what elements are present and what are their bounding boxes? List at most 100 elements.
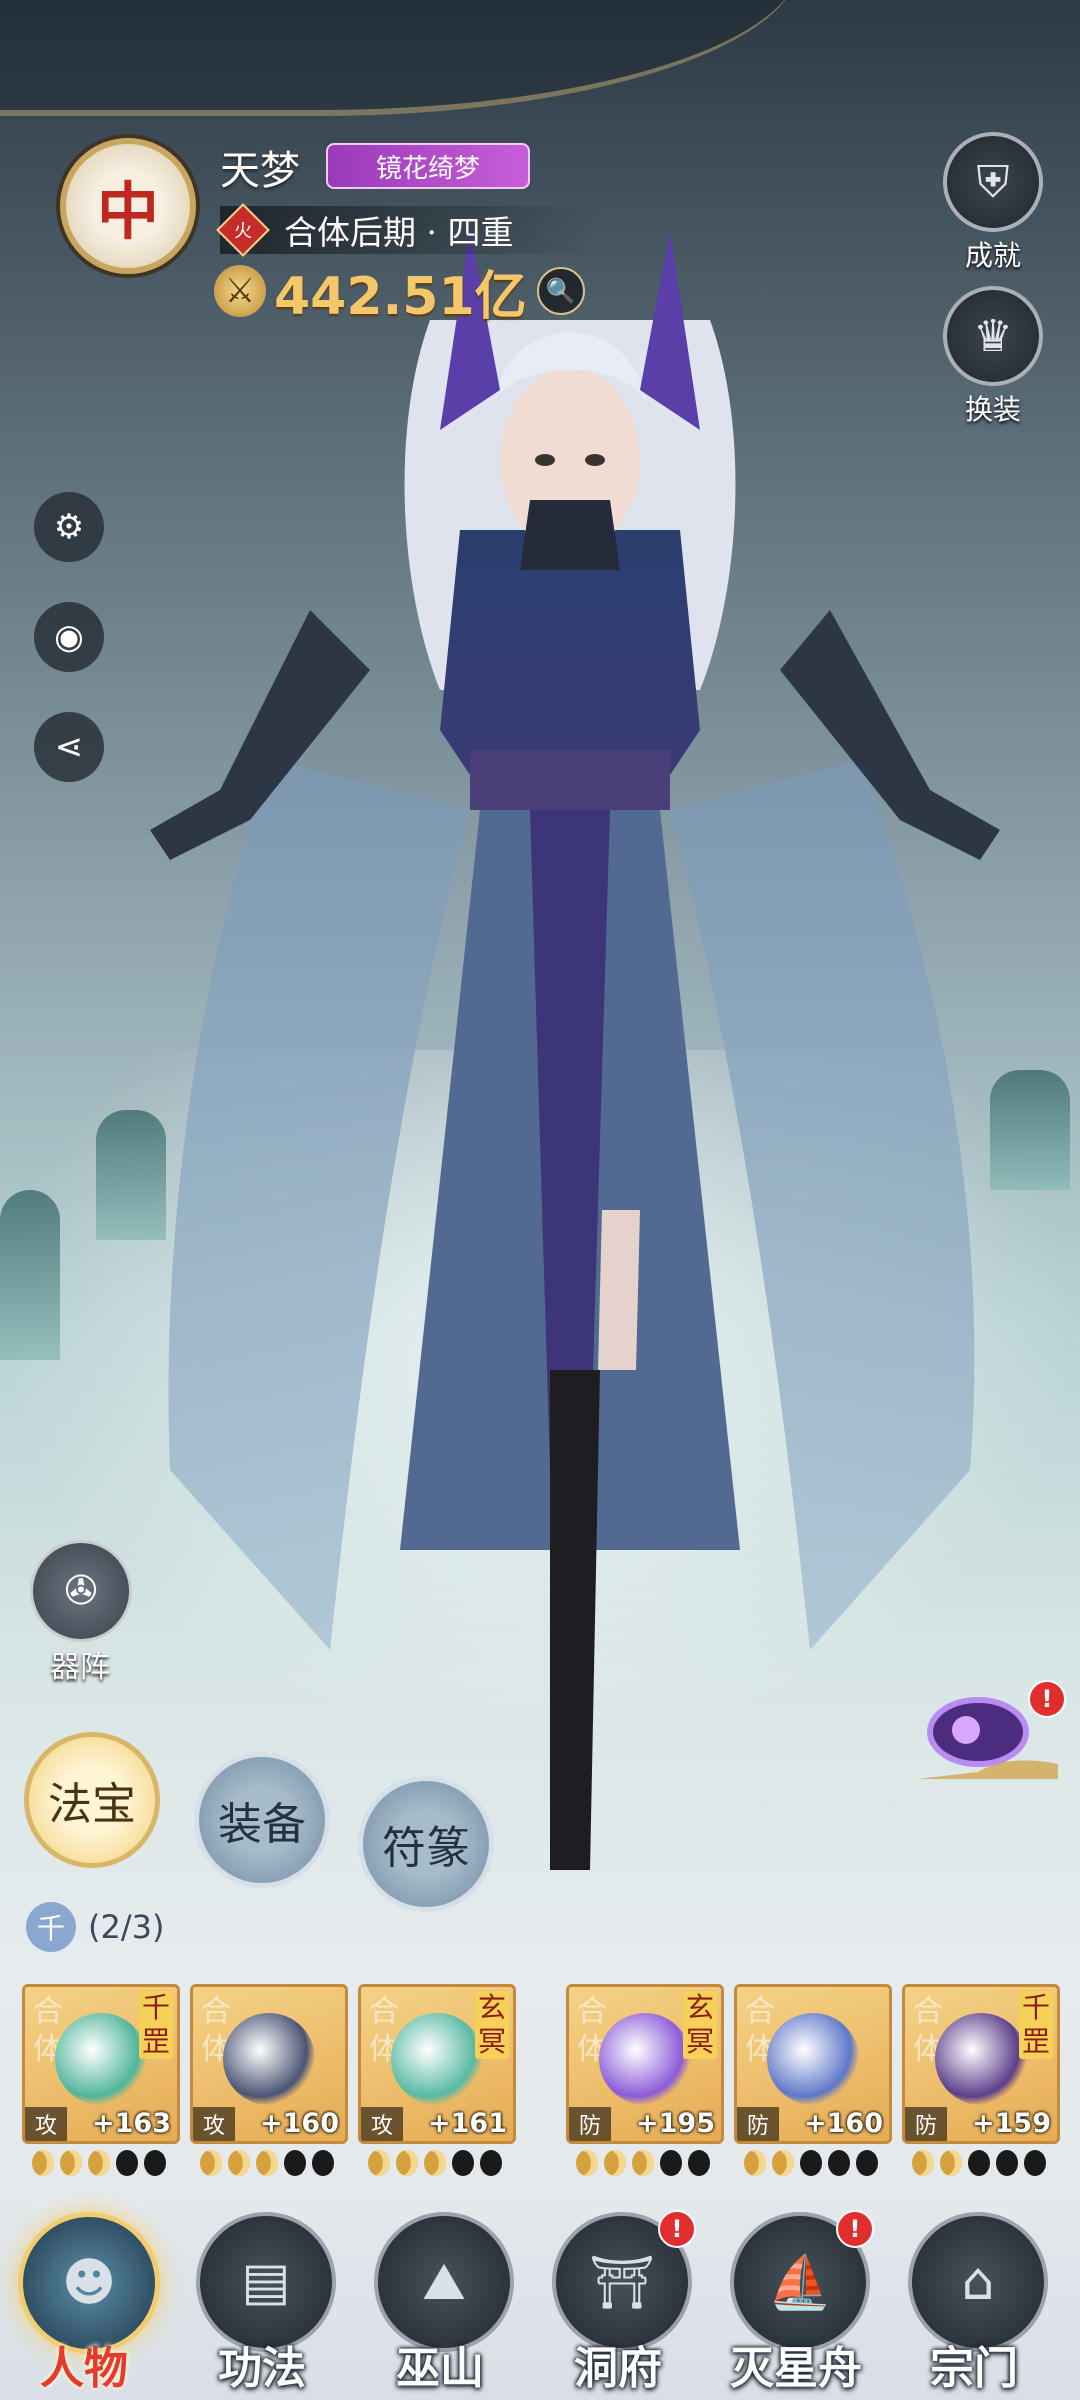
moon-star-empty-icon (856, 2150, 878, 2176)
moon-star-filled-icon (632, 2150, 654, 2176)
character-model[interactable] (140, 170, 1000, 1910)
moon-star-filled-icon (228, 2150, 250, 2176)
treasure-icon (767, 2013, 859, 2105)
nav-alert-icon: ! (658, 2210, 696, 2248)
player-title-badge[interactable]: 镜花绮梦 (326, 143, 530, 189)
treasure-slot[interactable]: 合体 千罡防 +159 (902, 1984, 1060, 2144)
slot-star-rating (32, 2150, 166, 2176)
player-name: 天梦 (220, 148, 300, 194)
formation-label: 器阵 (50, 1650, 110, 1685)
moon-star-empty-icon (828, 2150, 850, 2176)
nav-item-2[interactable]: ⛰ 巫山 (360, 2212, 520, 2400)
moon-star-empty-icon (800, 2150, 822, 2176)
set-bonus[interactable]: 千 (2/3) (26, 1902, 164, 1952)
slot-type-label: 攻 (361, 2107, 403, 2141)
purple-ring-item[interactable]: ! (918, 1680, 1066, 1784)
slot-grade-label: 玄冥 (475, 1991, 509, 2059)
settings-button[interactable]: ⚙ (34, 492, 104, 562)
player-avatar[interactable]: 中 (60, 138, 196, 274)
ring-alert-icon: ! (1028, 1680, 1066, 1718)
moon-star-filled-icon (60, 2150, 82, 2176)
set-bonus-count: (2/3) (88, 1908, 165, 1946)
moon-star-filled-icon (604, 2150, 626, 2176)
moon-star-filled-icon (32, 2150, 54, 2176)
moon-star-empty-icon (312, 2150, 334, 2176)
avatar-glyph: 中 (96, 175, 159, 248)
fire-element-icon: 火 (216, 203, 270, 257)
moon-star-empty-icon (480, 2150, 502, 2176)
nav-item-label: 灭星舟 (730, 2343, 862, 2394)
moon-star-filled-icon (744, 2150, 766, 2176)
share-icon: ⋖ (54, 727, 84, 767)
set-bonus-badge: 千 (26, 1902, 76, 1952)
share-button[interactable]: ⋖ (34, 712, 104, 782)
moon-star-empty-icon (452, 2150, 474, 2176)
cultivation-realm: 火 合体后期 · 四重 (216, 203, 600, 257)
treasure-icon (935, 2013, 1027, 2105)
slot-level: +195 (636, 2108, 715, 2139)
slot-type-label: 攻 (193, 2107, 235, 2141)
mountain-peak-far-left (0, 1190, 60, 1360)
realm-text: 合体后期 · 四重 (284, 213, 514, 252)
combat-power-value: 442.51亿 (274, 266, 527, 327)
tab-talisman[interactable]: 符篆 (358, 1776, 494, 1912)
treasure-slot[interactable]: 合体 千罡攻 +163 (22, 1984, 180, 2144)
nav-item-label: 人物 (40, 2343, 128, 2394)
treasure-slot[interactable]: 合体 玄冥攻 +161 (358, 1984, 516, 2144)
slot-level: +163 (92, 2108, 171, 2139)
slot-type-label: 防 (569, 2107, 611, 2141)
slot-level: +160 (804, 2108, 883, 2139)
moon-star-filled-icon (772, 2150, 794, 2176)
combat-power-icon: ⚔ (214, 265, 266, 317)
moon-star-empty-icon (688, 2150, 710, 2176)
slot-type-label: 防 (737, 2107, 779, 2141)
hide-ui-button[interactable]: ◉ (34, 602, 104, 672)
nav-item-3[interactable]: ⛩ 洞府! (538, 2210, 698, 2400)
slot-grade-label: 千罡 (139, 1991, 173, 2059)
slot-star-rating (200, 2150, 334, 2176)
header-decor-arc (0, 0, 800, 116)
nav-item-label: 宗门 (930, 2343, 1018, 2394)
nav-item-label: 巫山 (396, 2343, 484, 2394)
moon-star-filled-icon (912, 2150, 934, 2176)
treasure-icon (599, 2013, 691, 2105)
slot-star-rating (576, 2150, 710, 2176)
moon-star-filled-icon (88, 2150, 110, 2176)
formation-icon: ✇ (30, 1540, 132, 1642)
treasure-icon (223, 2013, 315, 2105)
sect-gate-icon: ⌂ (908, 2212, 1048, 2352)
treasure-slot[interactable]: 合体防 +160 (734, 1984, 892, 2144)
treasure-slot[interactable]: 合体攻 +160 (190, 1984, 348, 2144)
combat-power: ⚔ 442.51亿 🔍 (214, 256, 585, 327)
moon-star-empty-icon (660, 2150, 682, 2176)
power-detail-search-icon[interactable]: 🔍 (536, 267, 585, 315)
tab-treasure[interactable]: 法宝 (24, 1732, 160, 1868)
slot-level: +161 (428, 2108, 507, 2139)
moon-star-filled-icon (396, 2150, 418, 2176)
outfit-label: 换装 (964, 393, 1021, 426)
slot-type-label: 攻 (25, 2107, 67, 2141)
slot-grade-label: 千罡 (1019, 1991, 1053, 2059)
tab-equipment[interactable]: 装备 (194, 1752, 330, 1888)
scroll-cards-icon: ▤ (196, 2212, 336, 2352)
nav-item-4[interactable]: ⛵ 灭星舟! (716, 2210, 876, 2400)
nav-item-label: 洞府 (574, 2343, 662, 2394)
formation-button[interactable]: ✇ 器阵 (30, 1540, 132, 1686)
achievements-button[interactable]: ⛨ 成就 (938, 132, 1048, 274)
slot-star-rating (368, 2150, 502, 2176)
gear-icon: ⚙ (53, 507, 85, 547)
treasure-slot[interactable]: 合体 玄冥防 +195 (566, 1984, 724, 2144)
moon-star-filled-icon (424, 2150, 446, 2176)
outfit-button[interactable]: ♛ 换装 (938, 286, 1048, 428)
moon-star-filled-icon (576, 2150, 598, 2176)
nav-item-5[interactable]: ⌂ 宗门 (894, 2212, 1054, 2400)
nav-item-1[interactable]: ▤ 功法 (182, 2212, 342, 2400)
moon-star-filled-icon (256, 2150, 278, 2176)
eye-hidden-icon: ◉ (54, 617, 84, 657)
achievement-shield-icon: ⛨ (943, 132, 1043, 232)
moon-star-empty-icon (116, 2150, 138, 2176)
nav-item-0[interactable]: ☻ 人物 (4, 2212, 164, 2400)
slot-star-rating (912, 2150, 1046, 2176)
moon-star-empty-icon (996, 2150, 1018, 2176)
moon-star-empty-icon (968, 2150, 990, 2176)
